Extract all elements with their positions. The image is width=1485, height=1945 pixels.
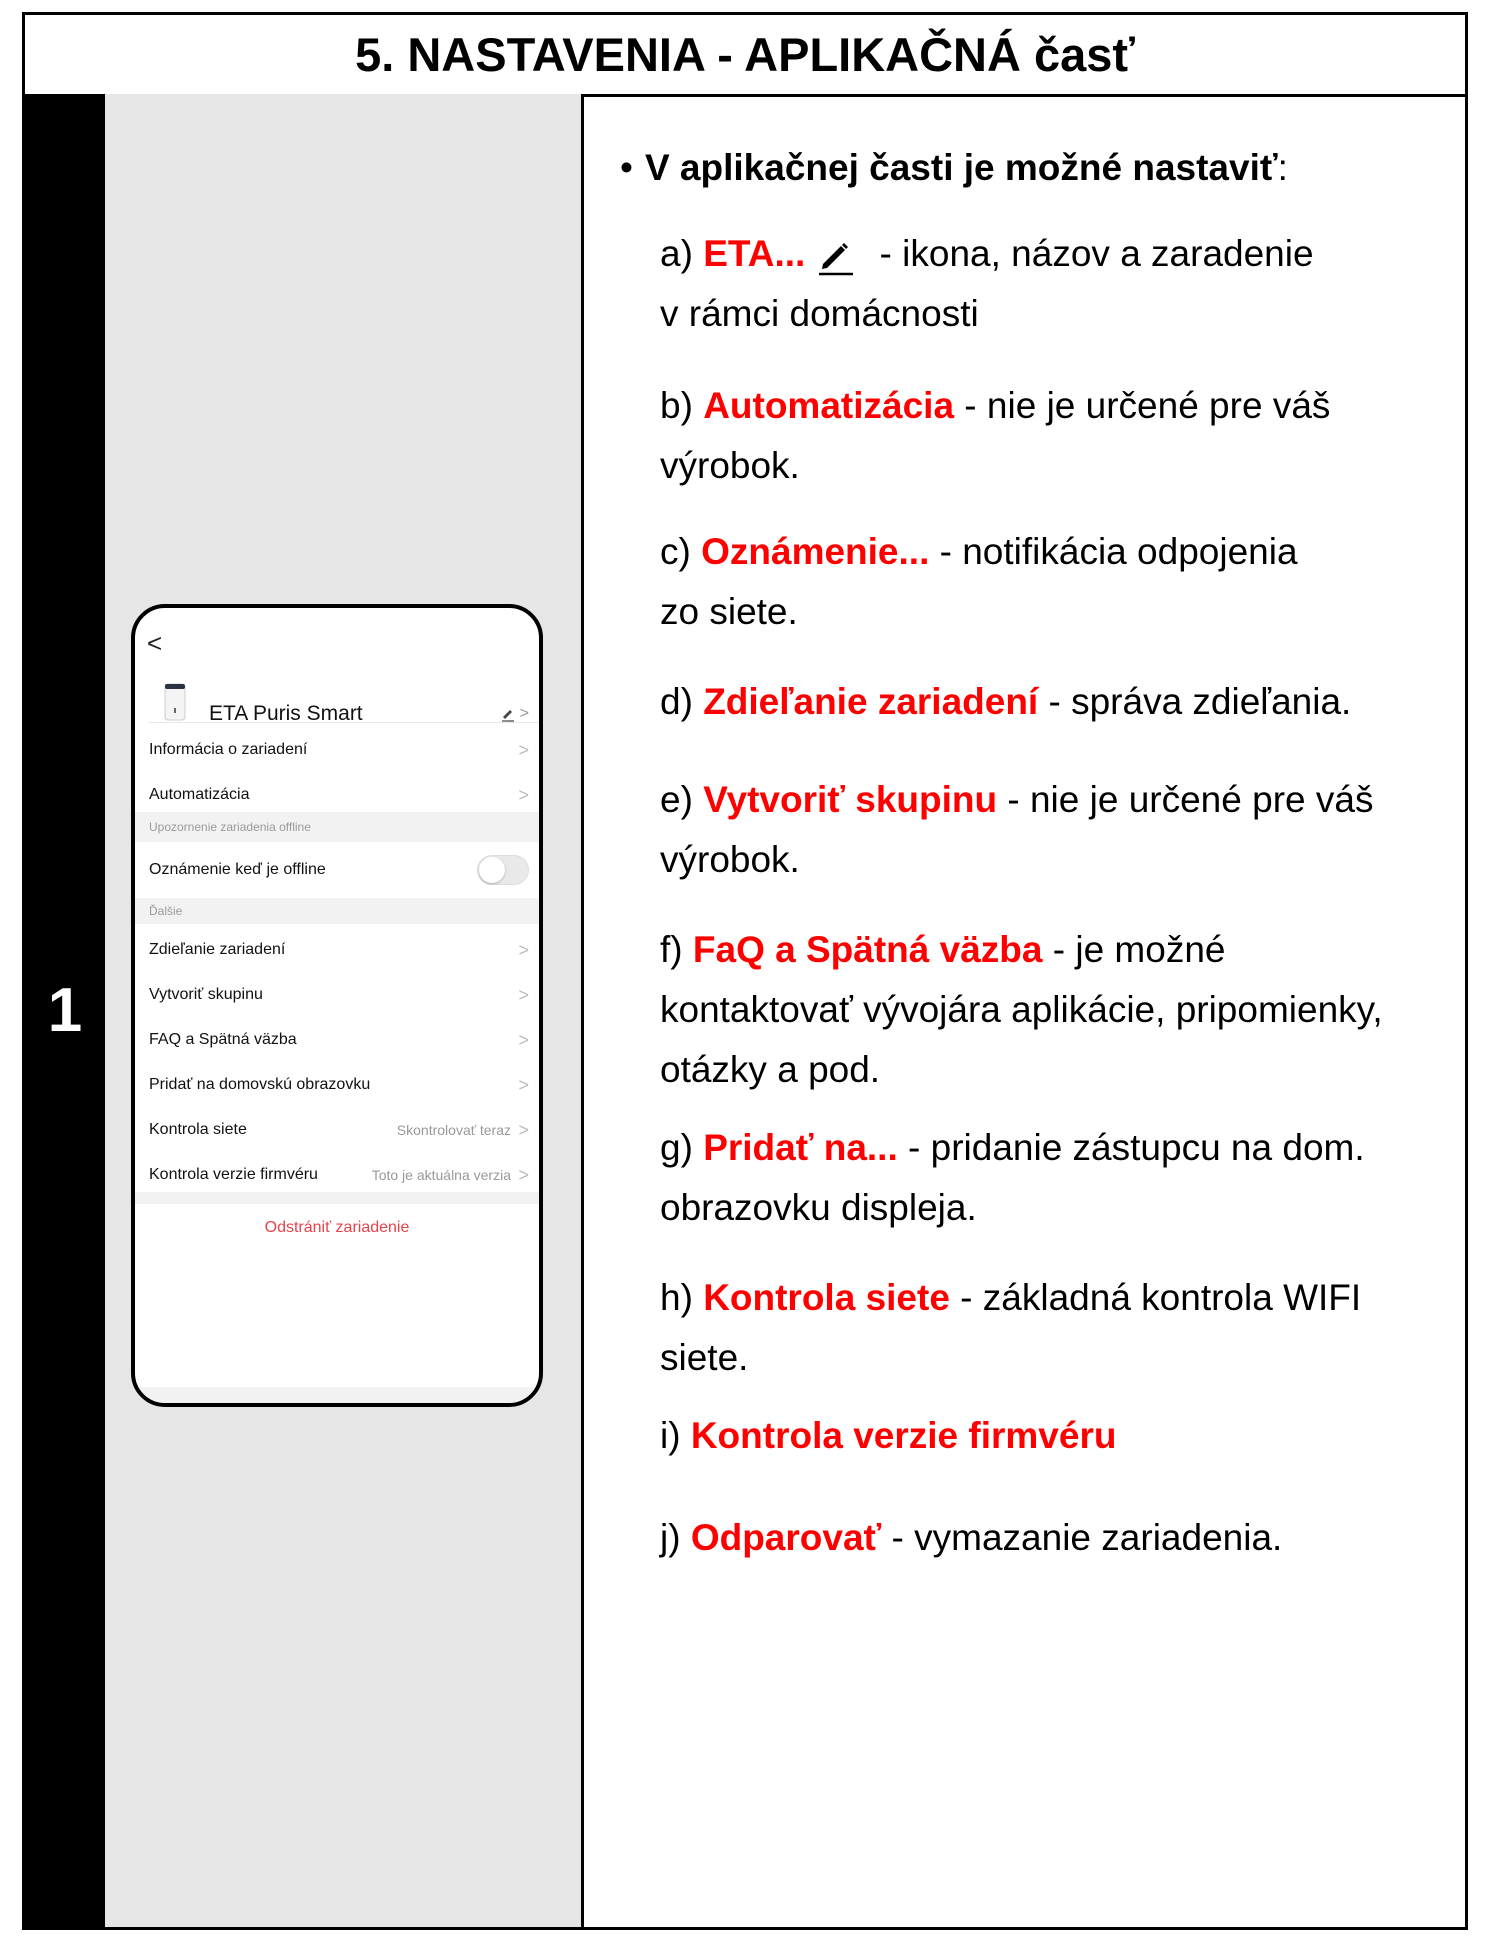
item-key: Odparovať bbox=[690, 1517, 882, 1558]
row-offline-notify: Oznámenie keď je offline bbox=[135, 842, 539, 898]
item-prefix: b) bbox=[660, 385, 704, 426]
step-number: 1 bbox=[25, 94, 105, 1927]
remove-device-button[interactable]: Odstrániť zariadenie bbox=[135, 1204, 539, 1252]
item-prefix: g) bbox=[660, 1127, 704, 1168]
description-panel: • V aplikačnej časti je možné nastaviť: a… bbox=[584, 94, 1465, 1927]
item-key: Automatizácia bbox=[703, 385, 955, 426]
item-prefix: e) bbox=[660, 779, 704, 820]
item-f: f) FaQ a Spätná väzba - je možné kontakt… bbox=[660, 920, 1440, 1100]
air-purifier-icon bbox=[164, 683, 186, 721]
offline-toggle[interactable] bbox=[477, 855, 529, 885]
item-key: Zdieľanie zariadení bbox=[703, 681, 1039, 722]
row-label: Automatizácia bbox=[149, 786, 250, 803]
chevron-right-icon: > bbox=[518, 784, 529, 805]
toggle-knob bbox=[479, 857, 505, 883]
item-text-line3: otázky a pod. bbox=[660, 1049, 881, 1090]
intro-suffix: : bbox=[1277, 147, 1288, 188]
item-b: b) Automatizácia - nie je určené pre váš… bbox=[660, 376, 1440, 496]
chevron-right-icon: > bbox=[518, 739, 529, 760]
item-text-line2: v rámci domácnosti bbox=[660, 293, 979, 334]
item-h: h) Kontrola siete - základná kontrola WI… bbox=[660, 1268, 1440, 1388]
row-label: Kontrola verzie firmvéru bbox=[149, 1166, 318, 1183]
chevron-right-icon: > bbox=[518, 1029, 529, 1050]
item-key: FaQ a Spätná väzba bbox=[692, 929, 1043, 970]
item-key: Vytvoriť skupinu bbox=[703, 779, 998, 820]
item-text-line2: kontaktovať vývojára aplikácie, pripomie… bbox=[660, 989, 1383, 1030]
item-prefix: j) bbox=[660, 1517, 691, 1558]
item-text: - nie je určené pre váš bbox=[997, 779, 1374, 820]
item-text: - správa zdieľania. bbox=[1038, 681, 1352, 722]
item-text: - pridanie zástupcu na dom. bbox=[897, 1127, 1365, 1168]
chevron-right-icon: > bbox=[518, 1074, 529, 1095]
screenshot-panel: < ETA Puris Smart > Informácia o zariade bbox=[105, 94, 584, 1927]
chevron-right-icon: > bbox=[518, 984, 529, 1005]
row-label: Oznámenie keď je offline bbox=[149, 861, 326, 878]
item-g: g) Pridať na... - pridanie zástupcu na d… bbox=[660, 1118, 1440, 1238]
item-e: e) Vytvoriť skupinu - nie je určené pre … bbox=[660, 770, 1440, 890]
item-text-line2: siete. bbox=[660, 1337, 749, 1378]
item-key: Pridať na... bbox=[703, 1127, 898, 1168]
item-text-line2: zo siete. bbox=[660, 591, 798, 632]
item-key: Oznámenie... bbox=[701, 531, 930, 572]
row-value: Skontrolovať teraz bbox=[396, 1122, 511, 1138]
item-text-line2: obrazovku displeja. bbox=[660, 1187, 977, 1228]
pencil-icon bbox=[501, 710, 514, 722]
item-prefix: h) bbox=[660, 1277, 704, 1318]
intro-text: V aplikačnej časti je možné nastaviť bbox=[644, 147, 1278, 188]
item-text: - základná kontrola WIFI bbox=[949, 1277, 1362, 1318]
chevron-right-icon: > bbox=[518, 1119, 529, 1140]
row-label: Pridať na domovskú obrazovku bbox=[149, 1076, 371, 1093]
pencil-icon bbox=[819, 243, 854, 276]
item-text: - je možné bbox=[1042, 929, 1226, 970]
item-key: Kontrola siete bbox=[703, 1277, 950, 1318]
bottom-spacer bbox=[135, 1387, 539, 1403]
item-prefix: d) bbox=[660, 681, 704, 722]
item-text: - notifikácia odpojenia bbox=[929, 531, 1298, 572]
item-key: Kontrola verzie firmvéru bbox=[690, 1415, 1117, 1456]
item-prefix: i) bbox=[660, 1415, 691, 1456]
item-prefix: f) bbox=[660, 929, 693, 970]
chevron-right-icon: > bbox=[519, 705, 529, 722]
section-more: Ďalšie bbox=[135, 898, 539, 924]
chevron-right-icon: > bbox=[518, 1164, 529, 1185]
edit-device[interactable]: > bbox=[500, 705, 529, 723]
item-c: c) Oznámenie... - notifikácia odpojenia … bbox=[660, 522, 1440, 642]
item-text: - nie je určené pre váš bbox=[954, 385, 1331, 426]
row-label: Kontrola siete bbox=[149, 1121, 247, 1138]
item-text: - ikona, názov a zaradenie bbox=[869, 233, 1314, 274]
instruction-frame: 5. NASTAVENIA - APLIKAČNÁ časť 1 < ETA P… bbox=[22, 12, 1468, 1930]
item-key: ETA... bbox=[703, 233, 806, 274]
row-label: Vytvoriť skupinu bbox=[149, 986, 263, 1003]
item-prefix: c) bbox=[660, 531, 702, 572]
row-label: Zdieľanie zariadení bbox=[149, 941, 286, 958]
row-value: Toto je aktuálna verzia bbox=[371, 1167, 511, 1183]
section-offline: Upozornenie zariadenia offline bbox=[135, 812, 539, 842]
item-j: j) Odparovať - vymazanie zariadenia. bbox=[660, 1508, 1440, 1568]
intro-line: • V aplikačnej časti je možné nastaviť: bbox=[620, 146, 1288, 190]
item-prefix: a) bbox=[660, 233, 704, 274]
bullet: • bbox=[620, 147, 633, 188]
item-a: a) ETA... - ikona, názov a zaradenie v r… bbox=[660, 224, 1440, 344]
item-d: d) Zdieľanie zariadení - správa zdieľani… bbox=[660, 672, 1440, 732]
page-title: 5. NASTAVENIA - APLIKAČNÁ časť bbox=[25, 15, 1465, 97]
phone-screenshot: < ETA Puris Smart > Informácia o zariade bbox=[131, 604, 543, 1407]
back-icon[interactable]: < bbox=[147, 628, 162, 659]
row-label: Informácia o zariadení bbox=[149, 741, 308, 758]
chevron-right-icon: > bbox=[518, 939, 529, 960]
row-label: FAQ a Spätná väzba bbox=[149, 1031, 297, 1048]
item-text-line2: výrobok. bbox=[660, 839, 800, 880]
item-i: i) Kontrola verzie firmvéru bbox=[660, 1406, 1440, 1466]
item-text: - vymazanie zariadenia. bbox=[881, 1517, 1283, 1558]
item-text-line2: výrobok. bbox=[660, 445, 800, 486]
